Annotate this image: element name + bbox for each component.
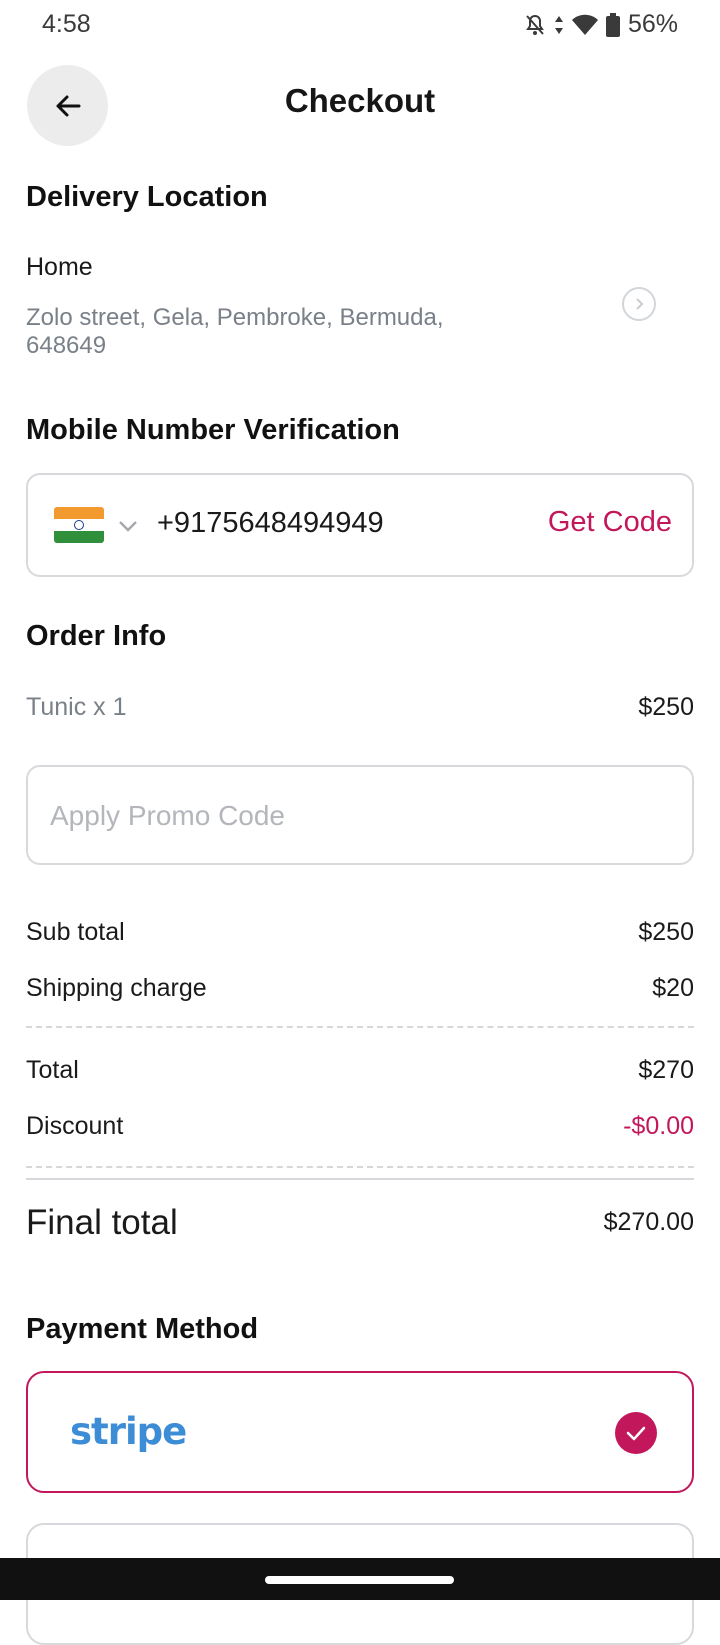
subtotal-value: $250 [638, 918, 694, 946]
battery-percent: 56% [627, 10, 678, 38]
discount-value: -$0.00 [623, 1112, 694, 1140]
stripe-logo: stripe [70, 1410, 187, 1453]
status-icons: 56% [524, 10, 678, 39]
discount-label: Discount [26, 1112, 124, 1140]
check-icon [615, 1412, 657, 1454]
promo-code-box [26, 765, 694, 865]
battery-icon [605, 12, 620, 37]
address-select-button[interactable] [622, 287, 656, 321]
order-item-price: $250 [638, 693, 694, 721]
final-total-label: Final total [26, 1203, 178, 1242]
promo-code-input[interactable] [48, 767, 676, 865]
get-code-button[interactable]: Get Code [548, 506, 672, 539]
delivery-section-title: Delivery Location [26, 181, 268, 213]
address-label: Home [26, 253, 93, 281]
order-item-label: Tunic x 1 [26, 693, 127, 721]
address-line-2: 648649 [26, 332, 107, 359]
address-line-1: Zolo street, Gela, Pembroke, Bermuda, [26, 304, 444, 331]
total-value: $270 [638, 1056, 694, 1084]
shipping-label: Shipping charge [26, 974, 207, 1002]
india-flag-icon[interactable] [54, 507, 104, 543]
wifi-icon [571, 14, 598, 35]
divider [26, 1166, 694, 1168]
chevron-down-icon[interactable] [117, 519, 139, 533]
shipping-value: $20 [652, 974, 694, 1002]
phone-number-field[interactable]: +9175648494949 [157, 507, 384, 540]
order-section-title: Order Info [26, 620, 167, 652]
chevron-right-icon [636, 298, 644, 310]
mobile-section-title: Mobile Number Verification [26, 414, 400, 446]
page-title: Checkout [284, 82, 436, 119]
divider [26, 1026, 694, 1028]
final-total-value: $270.00 [603, 1208, 694, 1236]
divider [26, 1178, 694, 1180]
data-arrows-icon [554, 15, 563, 34]
total-label: Total [26, 1056, 79, 1084]
subtotal-label: Sub total [26, 918, 125, 946]
home-gesture-pill[interactable] [265, 1576, 454, 1584]
bell-off-icon [526, 14, 544, 35]
status-time: 4:58 [42, 10, 91, 38]
payment-section-title: Payment Method [26, 1313, 259, 1345]
